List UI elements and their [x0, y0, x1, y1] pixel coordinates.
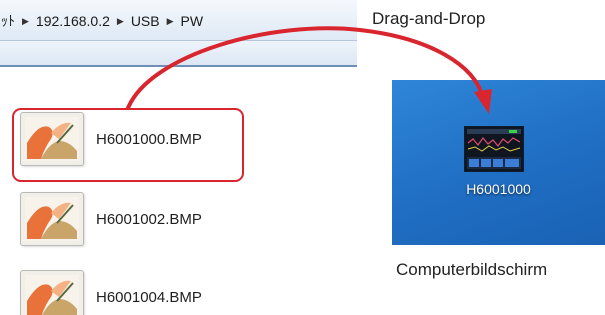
desktop-area[interactable]: H6001000: [392, 80, 605, 245]
file-name: H6001002.BMP: [96, 210, 202, 228]
breadcrumb-item[interactable]: PW: [178, 13, 207, 29]
breadcrumb-item[interactable]: USB: [128, 13, 163, 29]
breadcrumb-item[interactable]: ｯﾄ: [0, 11, 18, 31]
screen-label: Computerbildschirm: [396, 260, 548, 279]
breadcrumb: ｯﾄ ▶ 192.168.0.2 ▶ USB ▶ PW: [0, 11, 206, 31]
drag-and-drop-label: Drag-and-Drop: [372, 9, 486, 28]
breadcrumb-item[interactable]: 192.168.0.2: [33, 13, 113, 29]
chevron-right-icon[interactable]: ▶: [163, 16, 178, 27]
selection-highlight: [12, 108, 244, 182]
screenshot-bitmap-icon[interactable]: [464, 126, 524, 172]
file-name: H6001004.BMP: [96, 288, 202, 306]
bitmap-image-icon: [20, 192, 84, 246]
toolbar: [0, 41, 357, 67]
address-bar[interactable]: ｯﾄ ▶ 192.168.0.2 ▶ USB ▶ PW: [0, 0, 357, 41]
chevron-right-icon[interactable]: ▶: [113, 16, 128, 27]
bitmap-image-icon: [20, 270, 84, 315]
desktop-icon-label: H6001000: [466, 181, 531, 197]
file-item[interactable]: H6001002.BMP: [20, 188, 260, 250]
chevron-right-icon[interactable]: ▶: [18, 16, 33, 27]
file-item[interactable]: H6001004.BMP: [20, 266, 260, 315]
